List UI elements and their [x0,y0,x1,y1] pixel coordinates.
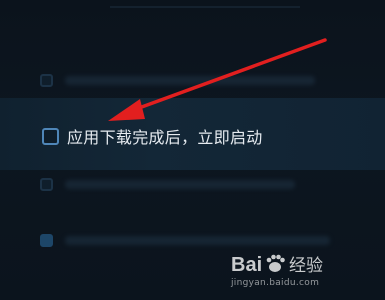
launch-after-download-label: 应用下载完成后，立即启动 [67,128,263,147]
watermark-logo: Bai 经验 [229,250,369,278]
watermark-brand-text: Bai [231,254,262,276]
paw-icon [266,254,285,272]
watermark-url: jingyan.baidu.com [231,278,320,288]
divider [110,6,300,8]
checkbox[interactable] [40,177,53,191]
baidu-logo: Bai 经验 [231,254,323,276]
blurred-text [65,75,315,85]
launch-after-download-option[interactable]: 应用下载完成后，立即启动 [42,124,263,148]
blurred-option-row[interactable] [40,72,315,88]
checked-checkbox[interactable] [40,233,53,247]
blurred-text [65,235,330,245]
baidu-watermark: Bai 经验 jingyan.baidu.com [229,250,369,292]
checkbox[interactable] [40,73,53,87]
launch-after-download-checkbox[interactable] [42,127,59,145]
blurred-option-row[interactable] [40,176,295,192]
blurred-text [65,179,295,189]
watermark-suffix-text: 经验 [289,256,323,276]
blurred-checked-option-row[interactable] [40,232,330,248]
